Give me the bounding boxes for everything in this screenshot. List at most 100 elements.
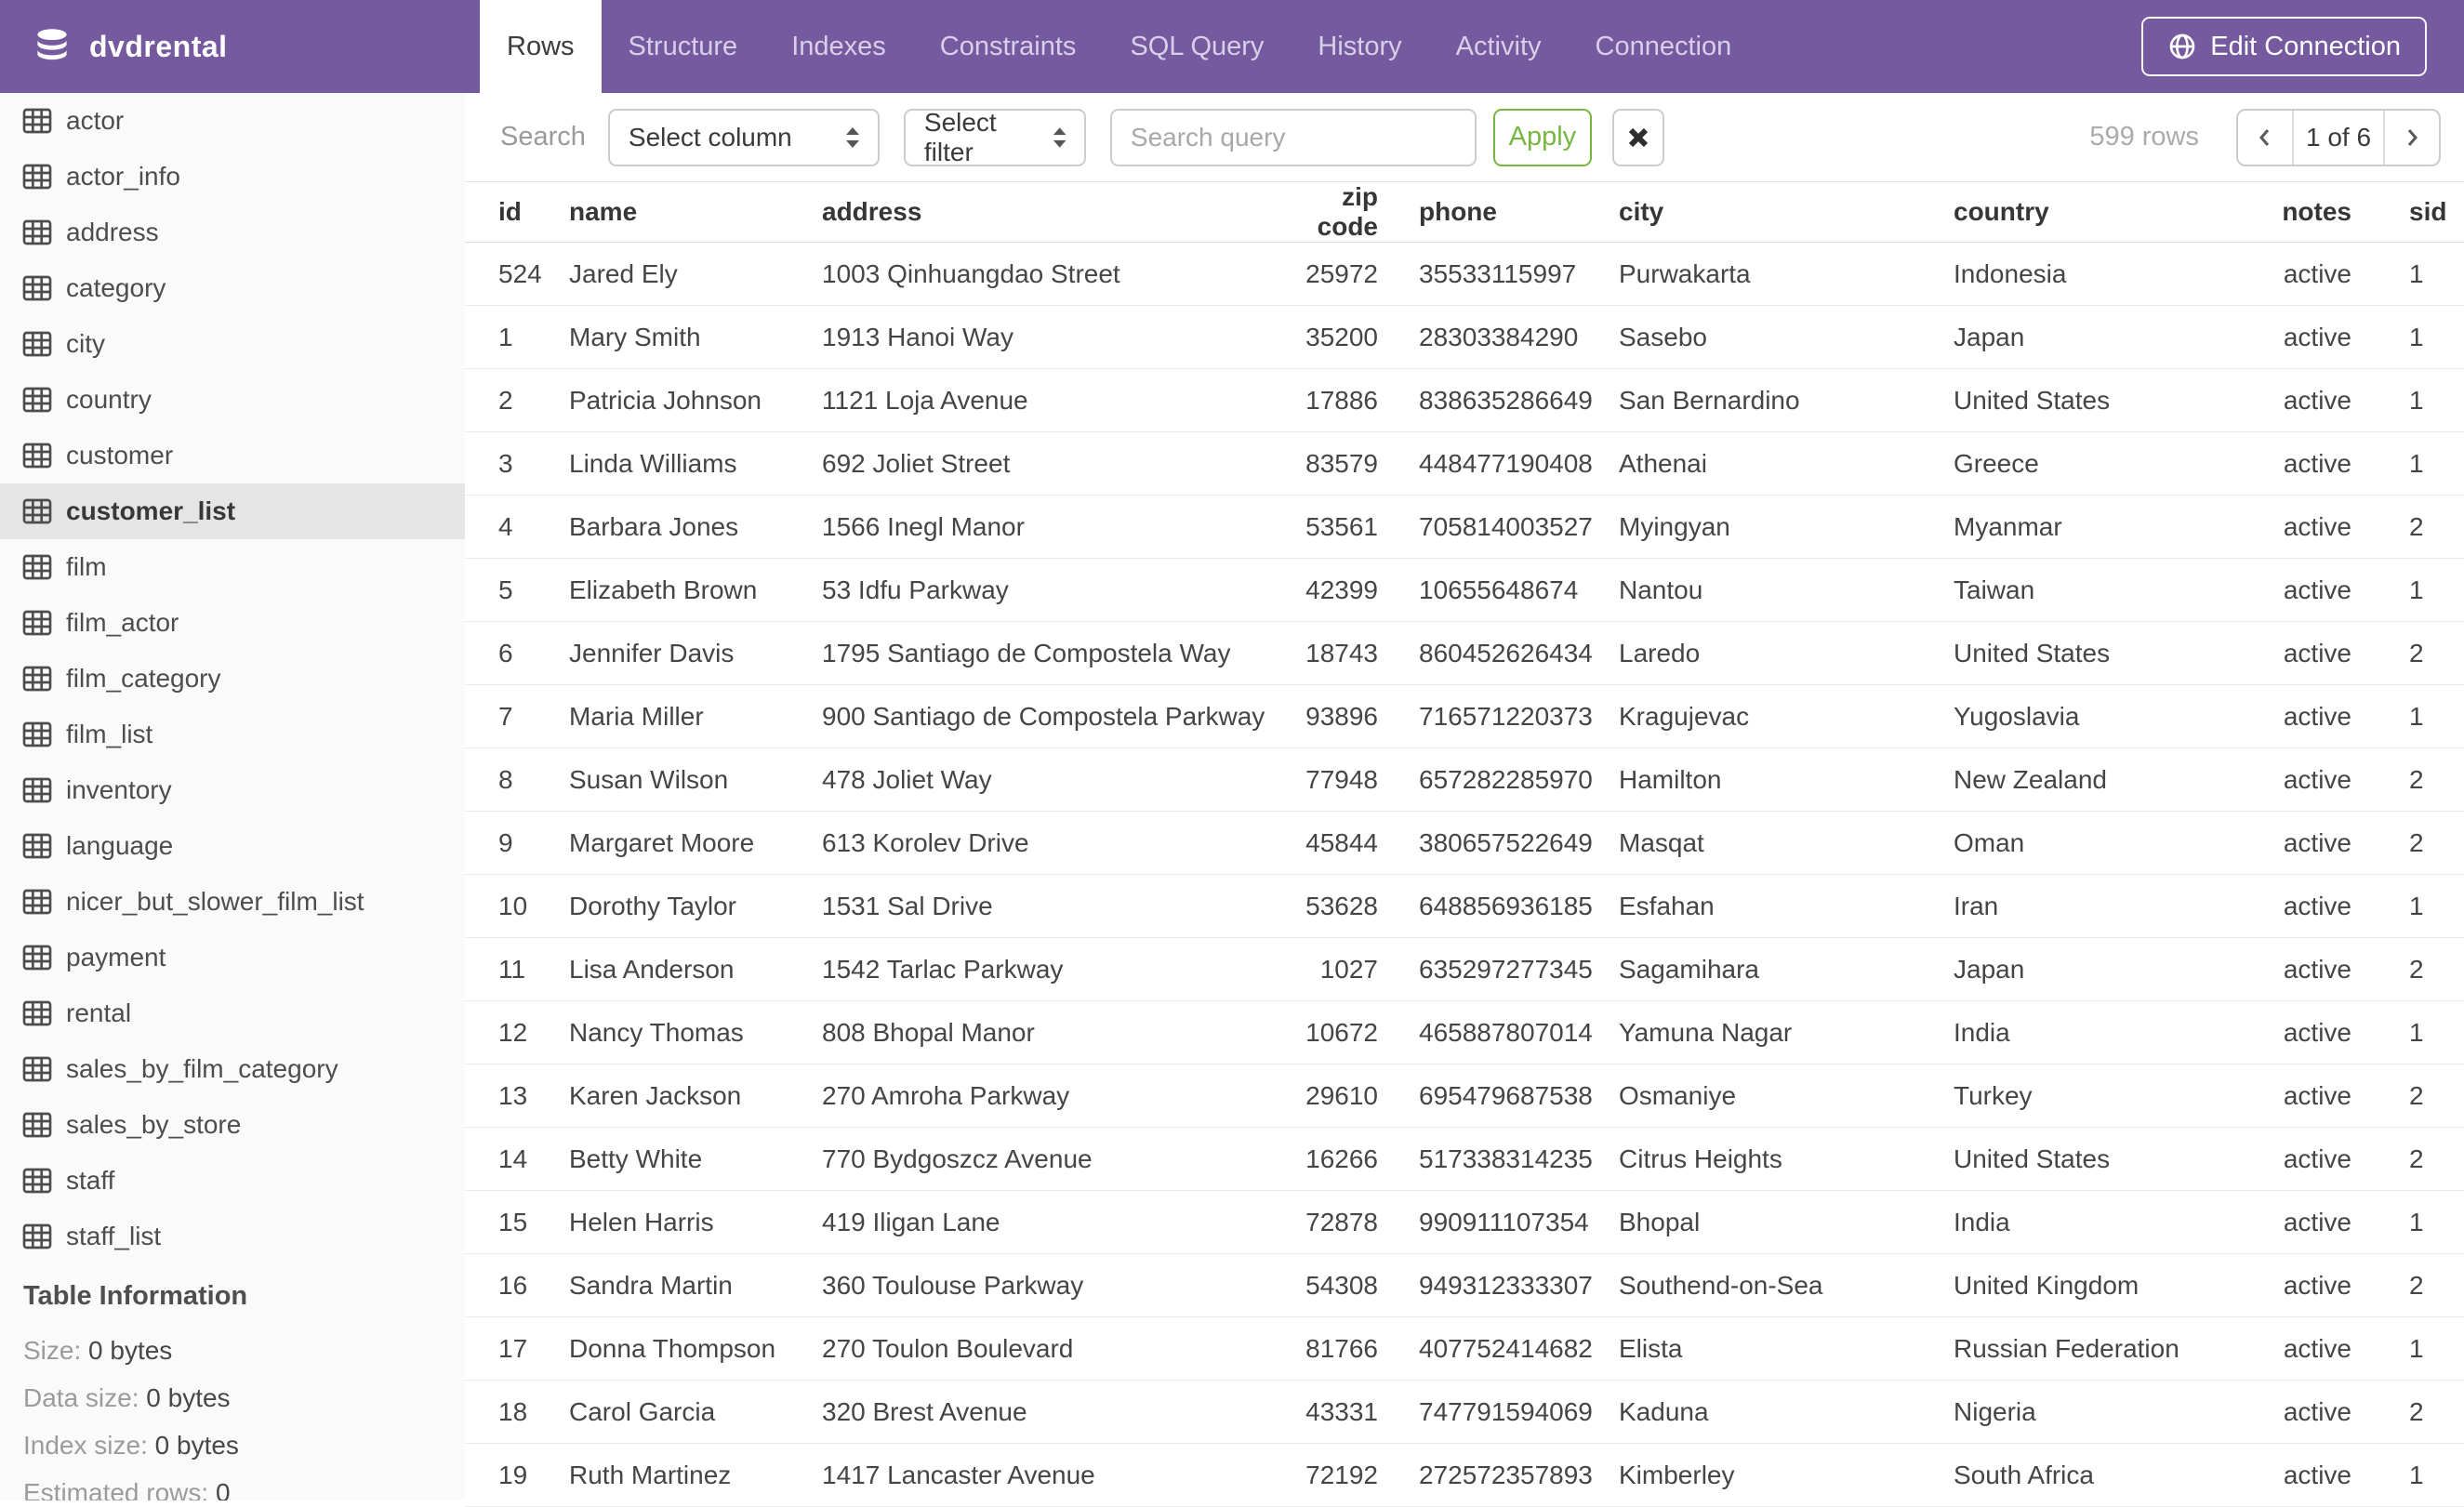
table-name: staff [66, 1166, 114, 1196]
table-name: sales_by_film_category [66, 1054, 338, 1084]
filter-select[interactable]: Select filter [904, 109, 1086, 166]
sidebar-item-category[interactable]: category [0, 260, 465, 316]
apply-button[interactable]: Apply [1493, 109, 1592, 166]
sidebar-item-film-category[interactable]: film_category [0, 651, 465, 707]
cell-city: Kragujevac [1619, 685, 1954, 748]
cell-phone: 448477190408 [1419, 432, 1619, 496]
column-header-country[interactable]: country [1954, 182, 2232, 243]
table-row[interactable]: 3Linda Williams692 Joliet Street83579448… [465, 432, 2464, 496]
table-row[interactable]: 18Carol Garcia320 Brest Avenue4333174779… [465, 1381, 2464, 1444]
table-row[interactable]: 4Barbara Jones1566 Inegl Manor5356170581… [465, 496, 2464, 559]
column-header-sid[interactable]: sid [2357, 182, 2464, 243]
column-header-zip-code[interactable]: zip code [1287, 182, 1419, 243]
table-row[interactable]: 9Margaret Moore613 Korolev Drive45844380… [465, 812, 2464, 875]
table-row[interactable]: 16Sandra Martin360 Toulouse Parkway54308… [465, 1254, 2464, 1317]
column-select[interactable]: Select column [608, 109, 880, 166]
cell-name: Linda Williams [569, 432, 822, 496]
search-query-input[interactable] [1110, 109, 1477, 166]
sidebar-item-customer-list[interactable]: customer_list [0, 483, 465, 539]
sidebar-item-staff-list[interactable]: staff_list [0, 1209, 465, 1264]
cell-address: 1795 Santiago de Compostela Way [822, 622, 1287, 685]
column-header-notes[interactable]: notes [2232, 182, 2357, 243]
edit-connection-button[interactable]: Edit Connection [2141, 17, 2427, 76]
sidebar-item-language[interactable]: language [0, 818, 465, 874]
sidebar-item-sales-by-film-category[interactable]: sales_by_film_category [0, 1041, 465, 1097]
table-row[interactable]: 11Lisa Anderson1542 Tarlac Parkway102763… [465, 938, 2464, 1001]
cell-id: 18 [465, 1381, 569, 1444]
cell-id: 19 [465, 1444, 569, 1507]
sidebar-item-payment[interactable]: payment [0, 930, 465, 985]
cell-country: United Kingdom [1954, 1254, 2232, 1317]
tab-constraints[interactable]: Constraints [913, 0, 1104, 93]
table-row[interactable]: 8Susan Wilson478 Joliet Way7794865728228… [465, 748, 2464, 812]
select-spinner-icon [842, 123, 863, 152]
sidebar-item-film-actor[interactable]: film_actor [0, 595, 465, 651]
cell-name: Betty White [569, 1128, 822, 1191]
table-row[interactable]: 12Nancy Thomas808 Bhopal Manor1067246588… [465, 1001, 2464, 1064]
table-row[interactable]: 19Ruth Martinez1417 Lancaster Avenue7219… [465, 1444, 2464, 1507]
tab-indexes[interactable]: Indexes [764, 0, 913, 93]
table-icon [22, 443, 52, 469]
sidebar-item-film[interactable]: film [0, 539, 465, 595]
sidebar-item-city[interactable]: city [0, 316, 465, 372]
table-row[interactable]: 524Jared Ely1003 Qinhuangdao Street25972… [465, 243, 2464, 306]
tab-structure[interactable]: Structure [602, 0, 765, 93]
table-row[interactable]: 2Patricia Johnson1121 Loja Avenue1788683… [465, 369, 2464, 432]
table-row[interactable]: 1Mary Smith1913 Hanoi Way352002830338429… [465, 306, 2464, 369]
table-row[interactable]: 15Helen Harris419 Iligan Lane72878990911… [465, 1191, 2464, 1254]
cell-id: 3 [465, 432, 569, 496]
sidebar-item-address[interactable]: address [0, 205, 465, 260]
sidebar-item-customer[interactable]: customer [0, 428, 465, 483]
column-header-id[interactable]: id [465, 182, 569, 243]
sidebar-item-sales-by-store[interactable]: sales_by_store [0, 1097, 465, 1153]
column-header-address[interactable]: address [822, 182, 1287, 243]
cell-address: 900 Santiago de Compostela Parkway [822, 685, 1287, 748]
table-row[interactable]: 17Donna Thompson270 Toulon Boulevard8176… [465, 1317, 2464, 1381]
sidebar-item-actor[interactable]: actor [0, 93, 465, 149]
sidebar-item-inventory[interactable]: inventory [0, 762, 465, 818]
sidebar-item-film-list[interactable]: film_list [0, 707, 465, 762]
sidebar-item-actor-info[interactable]: actor_info [0, 149, 465, 205]
cell-phone: 705814003527 [1419, 496, 1619, 559]
sidebar-item-rental[interactable]: rental [0, 985, 465, 1041]
cell-zip-code: 93896 [1287, 685, 1419, 748]
cell-sid: 1 [2357, 243, 2464, 306]
table-row[interactable]: 10Dorothy Taylor1531 Sal Drive5362864885… [465, 875, 2464, 938]
column-header-city[interactable]: city [1619, 182, 1954, 243]
tab-rows[interactable]: Rows [480, 0, 602, 93]
tab-history[interactable]: History [1291, 0, 1428, 93]
cell-notes: active [2232, 748, 2357, 812]
table-icon [22, 164, 52, 190]
column-header-name[interactable]: name [569, 182, 822, 243]
cell-country: United States [1954, 1128, 2232, 1191]
sidebar-item-nicer-but-slower-film-list[interactable]: nicer_but_slower_film_list [0, 874, 465, 930]
table-icon [22, 1168, 52, 1194]
column-header-phone[interactable]: phone [1419, 182, 1619, 243]
table-row[interactable]: 7Maria Miller900 Santiago de Compostela … [465, 685, 2464, 748]
table-row[interactable]: 14Betty White770 Bydgoszcz Avenue1626651… [465, 1128, 2464, 1191]
table-row[interactable]: 6Jennifer Davis1795 Santiago de Composte… [465, 622, 2464, 685]
nav-tabs: RowsStructureIndexesConstraintsSQL Query… [480, 0, 1758, 93]
table-name: city [66, 329, 105, 359]
cell-notes: active [2232, 1381, 2357, 1444]
tab-activity[interactable]: Activity [1429, 0, 1569, 93]
cell-phone: 10655648674 [1419, 559, 1619, 622]
tab-connection[interactable]: Connection [1569, 0, 1759, 93]
cell-address: 53 Idfu Parkway [822, 559, 1287, 622]
cell-address: 1417 Lancaster Avenue [822, 1444, 1287, 1507]
chevron-left-icon [2257, 124, 2273, 152]
tab-sql-query[interactable]: SQL Query [1103, 0, 1291, 93]
clear-search-button[interactable] [1612, 109, 1664, 166]
table-row[interactable]: 13Karen Jackson270 Amroha Parkway2961069… [465, 1064, 2464, 1128]
sidebar-item-country[interactable]: country [0, 372, 465, 428]
cell-zip-code: 1027 [1287, 938, 1419, 1001]
previous-page-button[interactable] [2238, 111, 2294, 165]
cell-country: New Zealand [1954, 748, 2232, 812]
close-icon [1626, 126, 1650, 150]
table-row[interactable]: 5Elizabeth Brown53 Idfu Parkway423991065… [465, 559, 2464, 622]
next-page-button[interactable] [2383, 111, 2439, 165]
table-name: rental [66, 998, 131, 1028]
sidebar-item-staff[interactable]: staff [0, 1153, 465, 1209]
cell-country: Yugoslavia [1954, 685, 2232, 748]
cell-id: 1 [465, 306, 569, 369]
